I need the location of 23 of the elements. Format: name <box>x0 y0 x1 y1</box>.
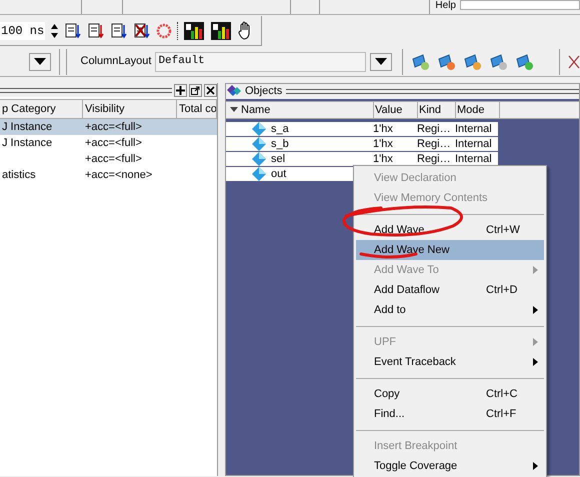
table-cell: J Instance <box>2 136 52 149</box>
table-cell: Regi… <box>417 122 451 135</box>
table-cell: J Instance <box>2 120 52 133</box>
table-cell: Internal <box>455 138 492 150</box>
table-cell: +acc=<full> <box>85 136 142 149</box>
table-cell: Regi… <box>417 138 451 150</box>
table-cell: Regi… <box>417 152 451 165</box>
table-cell: 1'hx <box>373 138 393 150</box>
column-layout-label: ColumnLayout <box>80 54 152 70</box>
table-cell-text: out <box>271 166 286 182</box>
table-cell: +acc=<full> <box>85 120 142 133</box>
table-cell: atistics <box>2 168 36 181</box>
table-cell-text: s_a <box>271 122 289 137</box>
table-cell: Internal <box>455 122 492 135</box>
help-label: Help <box>435 0 456 12</box>
table-cell: +acc=<full> <box>85 152 142 165</box>
table-cell: 1'hx <box>373 122 393 135</box>
panel-title: Objects <box>245 84 282 100</box>
table-cell: +acc=<none> <box>85 168 152 181</box>
table-cell: 1'hx <box>373 152 393 165</box>
table-cell-text: sel <box>271 152 286 167</box>
table-cell: Internal <box>455 152 492 165</box>
table-cell-text: s_b <box>271 136 289 152</box>
